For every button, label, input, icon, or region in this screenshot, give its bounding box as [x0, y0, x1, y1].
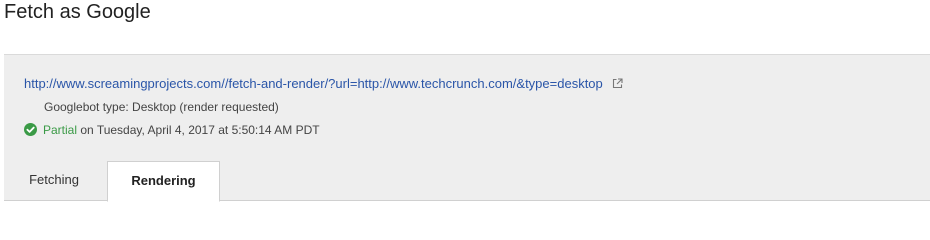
status-detail: on Tuesday, April 4, 2017 at 5:50:14 AM …	[77, 123, 320, 137]
status-word: Partial	[43, 123, 78, 137]
external-link-icon[interactable]	[612, 76, 623, 89]
tab-rendering[interactable]: Rendering	[107, 161, 220, 202]
fetch-status: Partial on Tuesday, April 4, 2017 at 5:5…	[24, 121, 320, 139]
fetch-result-panel: http://www.screamingprojects.com//fetch-…	[4, 54, 930, 202]
url-row: http://www.screamingprojects.com//fetch-…	[24, 75, 623, 93]
page-title: Fetch as Google	[4, 1, 151, 23]
fetched-url-link[interactable]: http://www.screamingprojects.com//fetch-…	[24, 76, 603, 91]
googlebot-type: Googlebot type: Desktop (render requeste…	[44, 100, 279, 114]
result-tabs: Fetching Rendering	[4, 159, 930, 202]
check-circle-icon	[24, 123, 37, 136]
tab-fetching[interactable]: Fetching	[4, 161, 104, 201]
